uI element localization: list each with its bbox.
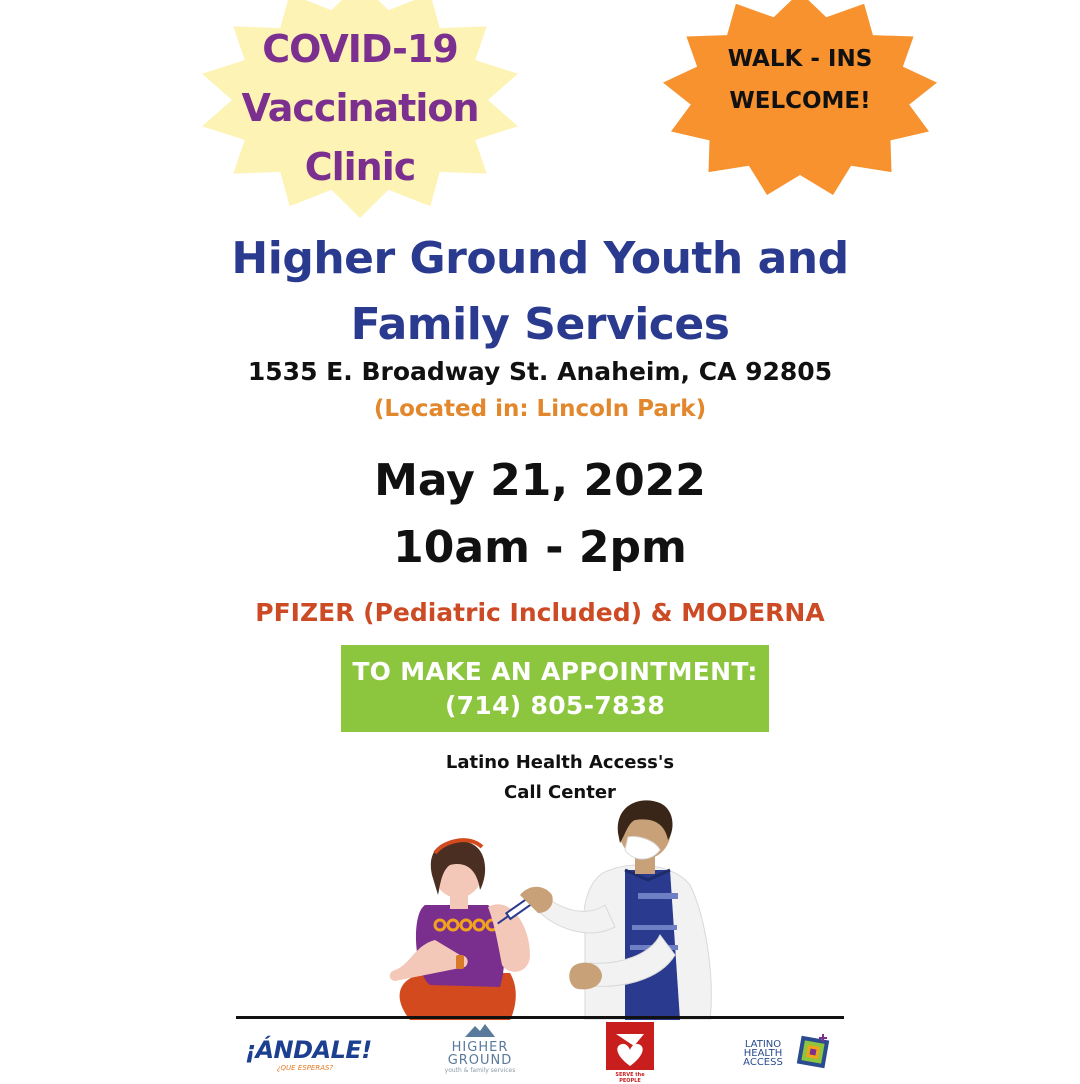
serve-the-people-logo: SERVE the PEOPLE <box>606 1022 654 1084</box>
serve-the-people-emblem-icon <box>606 1022 654 1070</box>
organization-name-line-1: Higher Ground Youth and <box>231 233 849 284</box>
walkins-badge-text: WALK - INS WELCOME! <box>690 38 910 122</box>
higher-ground-line-3: youth & family services <box>444 1067 516 1074</box>
vaccination-illustration <box>389 800 712 1020</box>
clinic-title: COVID-19 Vaccination Clinic <box>230 20 490 197</box>
address: 1535 E. Broadway St. Anaheim, CA 92805 <box>247 357 833 386</box>
appointment-label: TO MAKE AN APPOINTMENT: <box>352 656 758 686</box>
nurse-figure <box>520 800 712 1020</box>
lha-quilt-icon <box>796 1034 830 1069</box>
event-time: 10am - 2pm <box>393 522 687 573</box>
appointment-box: TO MAKE AN APPOINTMENT: (714) 805-7838 <box>341 645 769 732</box>
higher-ground-line-2: GROUND <box>447 1053 513 1068</box>
mountain-icon <box>465 1024 495 1037</box>
andale-logo-subtext: ¿QUE ESPERAS? <box>276 1064 334 1072</box>
organization-name: Higher Ground Youth and Family Services <box>140 226 940 358</box>
location-note: (Located in: Lincoln Park) <box>373 396 707 422</box>
vaccine-types: PFIZER (Pediatric Included) & MODERNA <box>255 598 825 627</box>
higher-ground-logo: HIGHER GROUND youth & family services <box>430 1022 530 1078</box>
call-center-line-1: Latino Health Access's <box>445 752 675 773</box>
organization-name-line-2: Family Services <box>350 299 730 350</box>
serve-the-people-caption: SERVE the PEOPLE <box>615 1072 645 1084</box>
clinic-title-line-3: Clinic <box>304 145 417 189</box>
walkins-line-2: WELCOME! <box>729 88 871 114</box>
event-date: May 21, 2022 <box>374 455 706 506</box>
clinic-title-line-1: COVID-19 <box>262 27 459 71</box>
footer-divider <box>236 1016 844 1019</box>
clinic-title-line-2: Vaccination <box>241 86 479 130</box>
andale-logo: ¡ÁNDALE! ¿QUE ESPERAS? <box>245 1022 372 1078</box>
andale-logo-text: ¡ÁNDALE! <box>245 1036 372 1064</box>
child-figure <box>389 838 530 1020</box>
lha-line-3: ACCESS <box>743 1057 783 1068</box>
appointment-phone[interactable]: (714) 805-7838 <box>445 689 665 723</box>
walkins-line-1: WALK - INS <box>727 46 873 72</box>
lha-text: LATINO HEALTH ACCESS <box>735 1040 791 1068</box>
latino-health-access-logo: LATINO HEALTH ACCESS <box>735 1022 845 1078</box>
